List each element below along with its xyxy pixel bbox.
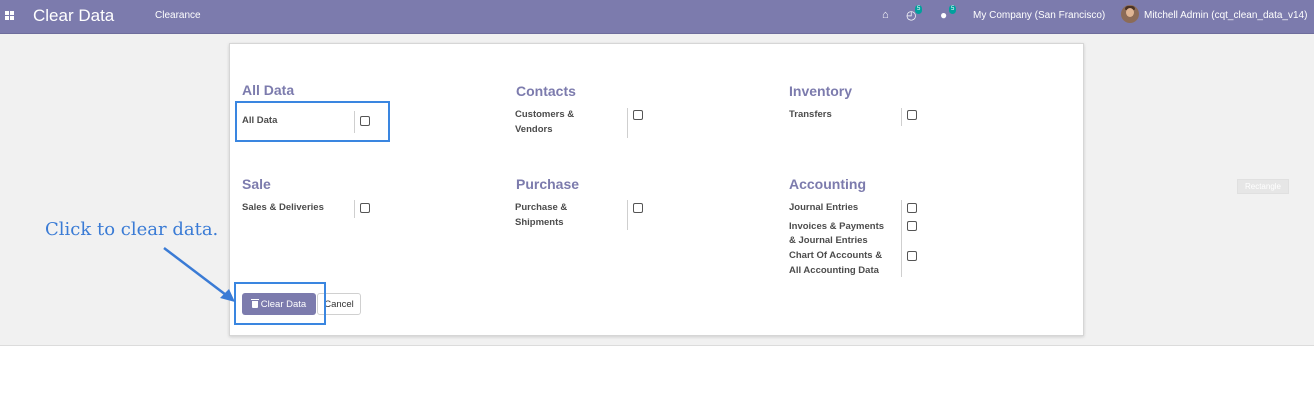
label-invoices-payments-line2: & Journal Entries	[789, 235, 868, 246]
group-title-inventory: Inventory	[789, 83, 853, 99]
activity-icon[interactable]: ◴ 5	[906, 5, 923, 22]
menu-clearance[interactable]: Clearance	[155, 10, 201, 21]
group-title-accounting: Accounting	[789, 176, 866, 192]
avatar[interactable]	[1121, 5, 1139, 23]
chart-of-accounts-checkbox[interactable]	[907, 251, 917, 261]
group-title-all-data: All Data	[242, 82, 295, 98]
label-journal-entries: Journal Entries	[789, 202, 859, 213]
label-chart-accounts-line1: Chart Of Accounts &	[789, 250, 883, 261]
label-customers-vendors-line1: Customers &	[515, 109, 575, 120]
label-sales-deliveries: Sales & Deliveries	[242, 202, 324, 213]
label-invoices-payments-line1: Invoices & Payments	[789, 221, 885, 232]
field-divider	[627, 108, 628, 138]
label-purchase-shipments-line2: Shipments	[515, 217, 564, 228]
sales-deliveries-checkbox[interactable]	[360, 203, 370, 213]
field-divider	[901, 108, 902, 126]
home-icon[interactable]: ⌂	[882, 9, 889, 21]
annotation-text: Click to clear data.	[45, 219, 219, 240]
rectangle-label: Rectangle	[1237, 179, 1289, 194]
chat-icon[interactable]: ● 5	[940, 5, 957, 22]
apps-menu-icon[interactable]	[5, 11, 14, 20]
activity-badge: 5	[915, 5, 923, 14]
message-badge: 5	[949, 5, 957, 14]
transfers-checkbox[interactable]	[907, 110, 917, 120]
field-divider	[354, 200, 355, 218]
group-title-sale: Sale	[242, 176, 271, 192]
journal-entries-checkbox[interactable]	[907, 203, 917, 213]
label-transfers: Transfers	[789, 109, 832, 120]
company-switcher[interactable]: My Company (San Francisco)	[973, 10, 1105, 21]
label-chart-accounts-line2: All Accounting Data	[789, 265, 879, 276]
user-menu[interactable]: Mitchell Admin (cqt_clean_data_v14)	[1144, 10, 1307, 21]
highlight-box-clear-data	[234, 282, 326, 325]
top-navbar: Clear Data Clearance ⌂ ◴ 5 ● 5 My Company …	[0, 0, 1314, 34]
field-divider	[627, 200, 628, 230]
invoices-payments-checkbox[interactable]	[907, 221, 917, 231]
purchase-shipments-checkbox[interactable]	[633, 203, 643, 213]
group-title-contacts: Contacts	[516, 83, 576, 99]
highlight-box-all-data	[235, 101, 390, 142]
label-customers-vendors-line2: Vendors	[515, 124, 553, 135]
annotation-arrow-icon	[163, 247, 235, 302]
field-divider	[901, 200, 902, 277]
app-title[interactable]: Clear Data	[33, 6, 114, 26]
customers-vendors-checkbox[interactable]	[633, 110, 643, 120]
label-purchase-shipments-line1: Purchase &	[515, 202, 568, 213]
group-title-purchase: Purchase	[516, 176, 580, 192]
